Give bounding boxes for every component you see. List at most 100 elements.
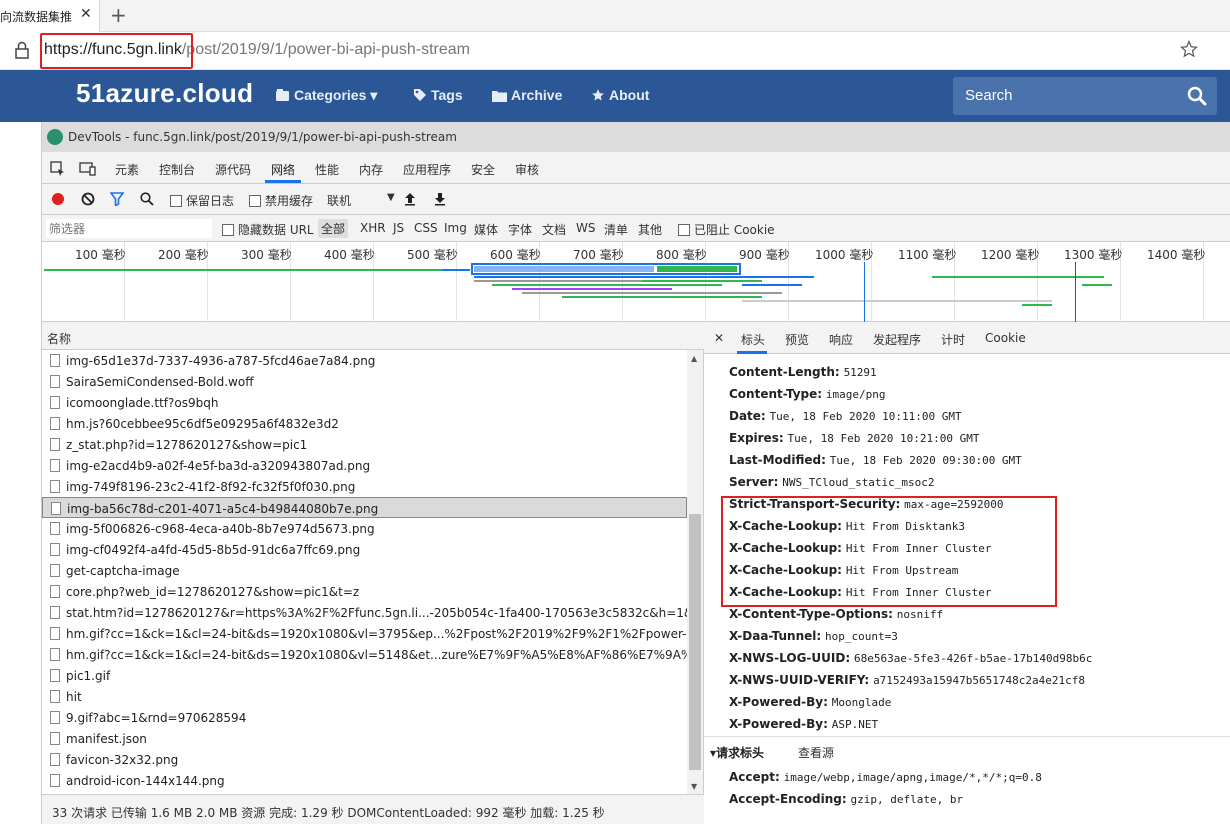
scroll-thumb[interactable] xyxy=(689,514,701,770)
lock-icon[interactable] xyxy=(14,41,30,59)
response-header-row: Expires: Tue, 18 Feb 2020 10:21:00 GMT xyxy=(729,431,980,445)
tab-cookie[interactable]: Cookie xyxy=(985,331,1026,345)
browser-tab[interactable]: 向流数据集推送 ✕ xyxy=(0,0,100,32)
filter-type-img[interactable]: Img xyxy=(444,221,467,235)
tab-preview[interactable]: 预览 xyxy=(785,331,809,348)
file-icon xyxy=(50,774,60,787)
request-name: hm.js?60cebbee95c6df5e09295a6f4832e3d2 xyxy=(66,417,339,431)
response-header-row: Content-Length: 51291 xyxy=(729,365,877,379)
header-value: Tue, 18 Feb 2020 09:30:00 GMT xyxy=(829,454,1022,467)
scroll-down-icon[interactable]: ▼ xyxy=(691,782,697,791)
filter-type-js[interactable]: JS xyxy=(393,221,404,235)
site-brand[interactable]: 51azure.cloud xyxy=(76,78,253,109)
search-icon[interactable] xyxy=(1187,86,1207,106)
filter-type-other[interactable]: 其他 xyxy=(638,221,662,238)
throttling-value: 联机 xyxy=(327,194,352,208)
tab-audits[interactable]: 审核 xyxy=(515,161,539,178)
request-row[interactable]: img-5f006826-c968-4eca-a40b-8b7e974d5673… xyxy=(42,518,687,539)
favorite-star-icon[interactable] xyxy=(1180,40,1198,58)
tab-sources[interactable]: 源代码 xyxy=(215,161,251,178)
tab-response[interactable]: 响应 xyxy=(829,331,853,348)
scroll-up-icon[interactable]: ▲ xyxy=(691,354,697,363)
request-row[interactable]: icomoonglade.ttf?os9bqh xyxy=(42,392,687,413)
request-row[interactable]: 9.gif?abc=1&rnd=970628594 xyxy=(42,707,687,728)
filter-type-manifest[interactable]: 清单 xyxy=(604,221,628,238)
request-row[interactable]: pic1.gif xyxy=(42,665,687,686)
request-row[interactable]: hm.gif?cc=1&ck=1&cl=24-bit&ds=1920x1080&… xyxy=(42,623,687,644)
tab-timing[interactable]: 计时 xyxy=(941,331,965,348)
filter-type-ws[interactable]: WS xyxy=(576,221,595,235)
network-timeline-overview[interactable]: 100 毫秒 200 毫秒 300 毫秒 400 毫秒 500 毫秒 600 毫… xyxy=(42,242,1230,322)
request-row[interactable]: hit xyxy=(42,686,687,707)
response-header-row: Server: NWS_TCloud_static_msoc2 xyxy=(729,475,935,489)
request-header-row: Accept: image/webp,image/apng,image/*,*/… xyxy=(729,770,1042,784)
nav-tags[interactable]: Tags xyxy=(413,87,463,103)
filter-type-all[interactable]: 全部 xyxy=(318,219,349,238)
inspect-element-icon[interactable] xyxy=(50,161,66,177)
hide-data-url-checkbox[interactable]: 隐藏数据 URL xyxy=(222,221,314,238)
filter-icon[interactable] xyxy=(110,192,124,206)
filter-input[interactable] xyxy=(46,219,212,238)
nav-about[interactable]: About xyxy=(591,87,649,103)
tab-initiator[interactable]: 发起程序 xyxy=(873,331,921,348)
request-row[interactable]: img-e2acd4b9-a02f-4e5f-ba3d-a320943807ad… xyxy=(42,455,687,476)
request-row[interactable]: img-cf0492f4-a4fd-45d5-8b5d-91dc6a7ffc69… xyxy=(42,539,687,560)
nav-categories-label: Categories ▾ xyxy=(294,87,378,103)
new-tab-icon[interactable]: + xyxy=(110,3,127,27)
devtools-titlebar: DevTools - func.5gn.link/post/2019/9/1/p… xyxy=(42,122,1230,152)
tab-close-icon[interactable]: ✕ xyxy=(80,6,92,22)
request-row[interactable]: stat.htm?id=1278620127&r=https%3A%2F%2Ff… xyxy=(42,602,687,623)
clear-icon[interactable] xyxy=(81,192,95,206)
nav-archive[interactable]: Archive xyxy=(492,87,562,103)
throttling-select[interactable]: 联机 ▼ xyxy=(327,192,395,209)
search-icon[interactable] xyxy=(140,192,154,206)
request-headers-section[interactable]: ▾请求标头 查看源 xyxy=(704,736,1230,762)
blocked-cookies-checkbox[interactable]: 已阻止 Cookie xyxy=(678,221,775,238)
request-name: SairaSemiCondensed-Bold.woff xyxy=(66,375,254,389)
tab-memory[interactable]: 内存 xyxy=(359,161,383,178)
request-row-selected[interactable]: img-ba56c78d-c201-4071-a5c4-b49844080b7e… xyxy=(42,497,687,518)
request-row[interactable]: hm.js?60cebbee95c6df5e09295a6f4832e3d2 xyxy=(42,413,687,434)
filter-type-css[interactable]: CSS xyxy=(414,221,438,235)
view-source-link[interactable]: 查看源 xyxy=(798,744,834,761)
filter-type-font[interactable]: 字体 xyxy=(508,221,532,238)
tab-security[interactable]: 安全 xyxy=(471,161,495,178)
tab-application[interactable]: 应用程序 xyxy=(403,161,451,178)
request-headers-title[interactable]: ▾请求标头 xyxy=(710,744,764,761)
file-icon xyxy=(50,690,60,703)
request-row[interactable]: img-749f8196-23c2-41f2-8f92-fc32f5f0f030… xyxy=(42,476,687,497)
close-details-icon[interactable]: ✕ xyxy=(714,331,724,345)
export-har-icon[interactable] xyxy=(434,192,446,206)
tab-network[interactable]: 网络 xyxy=(271,161,295,178)
header-value: nosniff xyxy=(896,608,944,621)
request-row[interactable]: SairaSemiCondensed-Bold.woff xyxy=(42,371,687,392)
import-har-icon[interactable] xyxy=(404,192,416,206)
filter-type-xhr[interactable]: XHR xyxy=(360,221,386,235)
header-key: X-Content-Type-Options: xyxy=(729,607,893,621)
request-row[interactable]: core.php?web_id=1278620127&show=pic1&t=z xyxy=(42,581,687,602)
tab-elements[interactable]: 元素 xyxy=(115,161,139,178)
tab-headers[interactable]: 标头 xyxy=(741,331,765,348)
header-key: Content-Type: xyxy=(729,387,823,401)
tab-performance[interactable]: 性能 xyxy=(315,161,339,178)
request-row[interactable]: favicon-32x32.png xyxy=(42,749,687,770)
request-row[interactable]: img-65d1e37d-7337-4936-a787-5fcd46ae7a84… xyxy=(42,350,687,371)
disable-cache-checkbox[interactable]: 禁用缓存 xyxy=(249,192,313,209)
header-value: 51291 xyxy=(843,366,877,379)
preserve-log-checkbox[interactable]: 保留日志 xyxy=(170,192,234,209)
site-search-input[interactable]: Search xyxy=(953,77,1217,115)
column-header-name[interactable]: 名称 xyxy=(42,322,704,350)
device-toolbar-icon[interactable] xyxy=(79,161,97,177)
filter-type-doc[interactable]: 文档 xyxy=(542,221,566,238)
record-icon[interactable] xyxy=(51,192,65,206)
request-name: manifest.json xyxy=(66,732,147,746)
filter-type-media[interactable]: 媒体 xyxy=(474,221,498,238)
request-row[interactable]: z_stat.php?id=1278620127&show=pic1 xyxy=(42,434,687,455)
request-row[interactable]: android-icon-144x144.png xyxy=(42,770,687,791)
request-row[interactable]: get-captcha-image xyxy=(42,560,687,581)
request-row[interactable]: hm.gif?cc=1&ck=1&cl=24-bit&ds=1920x1080&… xyxy=(42,644,687,665)
nav-categories[interactable]: Categories ▾ xyxy=(276,87,377,104)
request-row[interactable]: manifest.json xyxy=(42,728,687,749)
tab-console[interactable]: 控制台 xyxy=(159,161,195,178)
request-list-scrollbar[interactable]: ▲ ▼ xyxy=(687,350,703,794)
